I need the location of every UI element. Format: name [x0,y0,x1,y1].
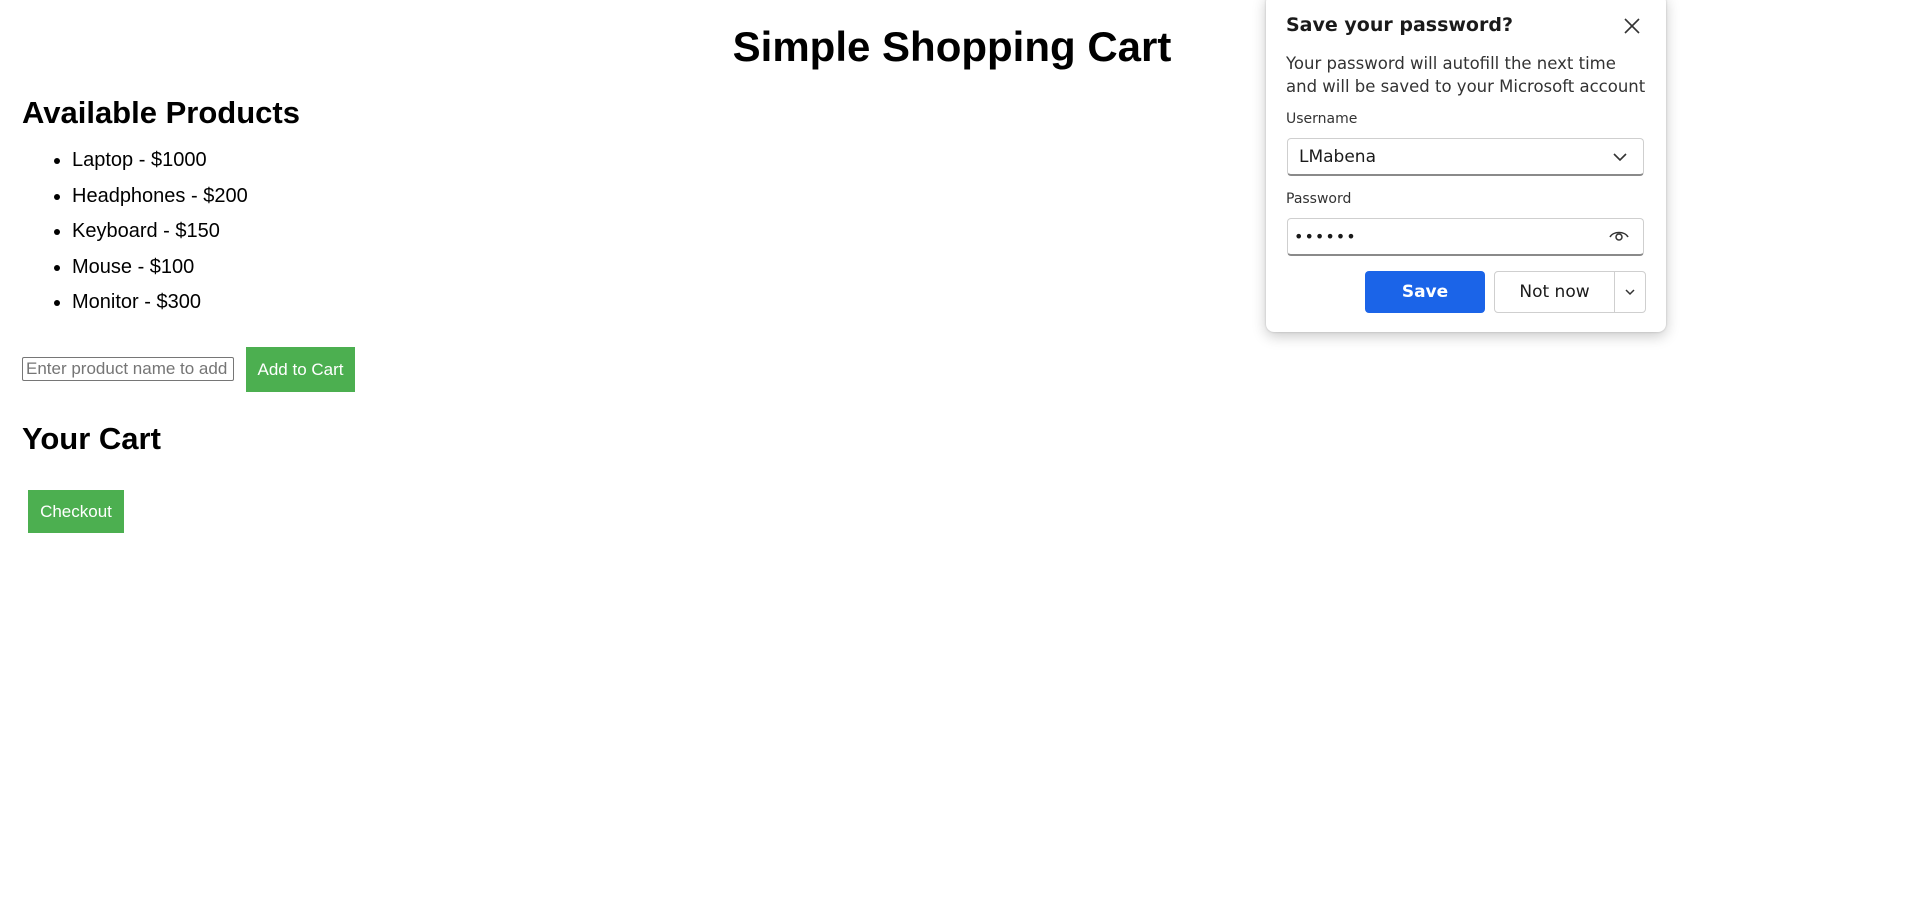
eye-icon[interactable] [1608,225,1630,247]
product-item-monitor: Monitor - $300 [72,291,248,314]
more-options-button[interactable] [1615,272,1645,312]
product-item-laptop: Laptop - $1000 [72,149,248,172]
product-item-mouse: Mouse - $100 [72,256,248,279]
product-item-keyboard: Keyboard - $150 [72,220,248,243]
product-item-headphones: Headphones - $200 [72,185,248,208]
password-value: •••••• [1294,227,1357,246]
chevron-down-icon[interactable] [1609,146,1631,168]
dialog-title: Save your password? [1286,14,1513,36]
username-value: LMabena [1299,147,1376,167]
password-label: Password [1286,191,1352,207]
product-list: Laptop - $1000 Headphones - $200 Keyboar… [22,149,248,327]
save-password-button[interactable]: Save [1365,271,1485,313]
available-products-heading: Available Products [22,95,300,130]
dialog-description: Your password will autofill the next tim… [1286,54,1646,96]
shopping-cart-page: Simple Shopping Cart Available Products … [0,0,1906,921]
username-label: Username [1286,111,1358,127]
add-to-cart-button[interactable]: Add to Cart [246,347,355,392]
product-name-input[interactable] [22,357,234,381]
not-now-split-button: Not now [1494,271,1646,313]
not-now-button[interactable]: Not now [1495,272,1614,312]
chevron-down-icon [1625,289,1635,296]
close-icon [1624,18,1640,34]
checkout-button[interactable]: Checkout [28,490,124,533]
your-cart-heading: Your Cart [22,421,161,456]
save-password-dialog: Save your password? Your password will a… [1266,0,1666,332]
username-select[interactable]: LMabena [1287,138,1644,176]
password-field[interactable]: •••••• [1287,218,1644,256]
close-button[interactable] [1618,12,1646,40]
